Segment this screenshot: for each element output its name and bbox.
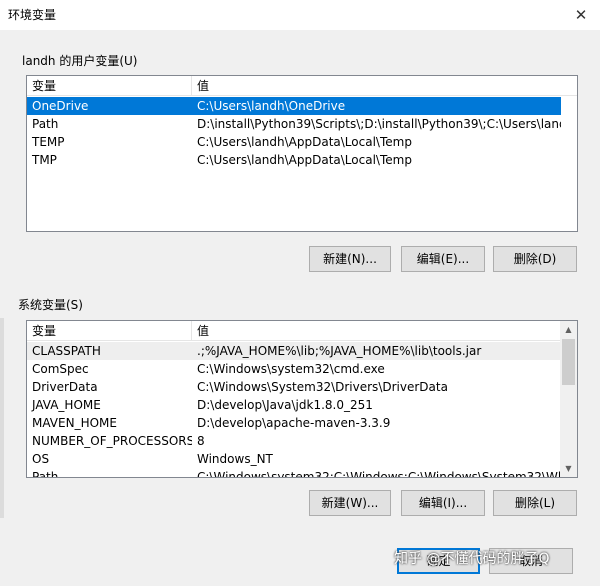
list-item[interactable]: TEMP C:\Users\landh\AppData\Local\Temp: [27, 133, 561, 151]
title-bar: 环境变量 ✕: [0, 0, 600, 30]
scroll-down-icon[interactable]: ▼: [560, 460, 577, 477]
list-item[interactable]: NUMBER_OF_PROCESSORS 8: [27, 432, 561, 450]
watermark: 知乎 @不懂代码的胖子Q: [394, 551, 550, 567]
edit-user-var-button[interactable]: 编辑(E)...: [401, 246, 485, 272]
system-vars-label: 系统变量(S): [18, 298, 83, 312]
vertical-scrollbar[interactable]: ▲ ▼: [560, 321, 577, 477]
variable-value: D:\develop\Java\jdk1.8.0_251: [197, 398, 373, 412]
variable-name: ComSpec: [32, 362, 89, 376]
list-item[interactable]: OS Windows_NT: [27, 450, 561, 468]
variable-value: D:\install\Python39\Scripts\;D:\install\…: [197, 117, 561, 131]
variable-name: Path: [32, 470, 59, 478]
variable-name: CLASSPATH: [32, 344, 101, 358]
list-item[interactable]: DriverData C:\Windows\System32\Drivers\D…: [27, 378, 561, 396]
user-vars-header: 变量 值: [27, 76, 577, 96]
variable-value: C:\Windows\system32\cmd.exe: [197, 362, 385, 376]
user-vars-label: landh 的用户变量(U): [22, 54, 138, 68]
variable-name: OneDrive: [32, 99, 89, 113]
variable-name: TEMP: [32, 135, 65, 149]
variable-name: Path: [32, 117, 59, 131]
variable-value: .;%JAVA_HOME%\lib;%JAVA_HOME%\lib\tools.…: [197, 344, 482, 358]
variable-value: C:\Users\landh\AppData\Local\Temp: [197, 135, 412, 149]
list-item[interactable]: Path D:\install\Python39\Scripts\;D:\ins…: [27, 115, 561, 133]
edit-system-var-button[interactable]: 编辑(I)...: [401, 490, 485, 516]
variable-name: DriverData: [32, 380, 98, 394]
delete-system-var-button[interactable]: 删除(L): [493, 490, 577, 516]
delete-user-var-button[interactable]: 删除(D): [493, 246, 577, 272]
variable-name: OS: [32, 452, 50, 466]
new-user-var-button[interactable]: 新建(N)...: [309, 246, 391, 272]
variable-name: NUMBER_OF_PROCESSORS: [32, 434, 192, 448]
variable-name: TMP: [32, 153, 57, 167]
system-vars-header: 变量 值: [27, 321, 577, 341]
list-item[interactable]: Path C:\Windows\system32;C:\Windows;C:\W…: [27, 468, 561, 478]
variable-name: JAVA_HOME: [32, 398, 101, 412]
column-header-value[interactable]: 值: [192, 76, 577, 96]
group-border: [0, 318, 4, 518]
list-item[interactable]: OneDrive C:\Users\landh\OneDrive: [27, 97, 561, 115]
variable-value: C:\Users\landh\AppData\Local\Temp: [197, 153, 412, 167]
variable-value: C:\Users\landh\OneDrive: [197, 99, 346, 113]
list-item[interactable]: CLASSPATH .;%JAVA_HOME%\lib;%JAVA_HOME%\…: [27, 342, 561, 360]
scrollbar-thumb[interactable]: [562, 339, 575, 385]
window-title: 环境变量: [8, 8, 57, 22]
user-vars-list[interactable]: 变量 值 OneDrive C:\Users\landh\OneDrive Pa…: [26, 75, 578, 232]
list-item[interactable]: JAVA_HOME D:\develop\Java\jdk1.8.0_251: [27, 396, 561, 414]
column-header-variable[interactable]: 变量: [27, 321, 192, 341]
system-vars-list[interactable]: 变量 值 CLASSPATH .;%JAVA_HOME%\lib;%JAVA_H…: [26, 320, 578, 478]
variable-name: MAVEN_HOME: [32, 416, 117, 430]
new-system-var-button[interactable]: 新建(W)...: [309, 490, 391, 516]
column-header-variable[interactable]: 变量: [27, 76, 192, 96]
variable-value: D:\develop\apache-maven-3.3.9: [197, 416, 391, 430]
list-item[interactable]: ComSpec C:\Windows\system32\cmd.exe: [27, 360, 561, 378]
variable-value: 8: [197, 434, 205, 448]
list-item[interactable]: MAVEN_HOME D:\develop\apache-maven-3.3.9: [27, 414, 561, 432]
variable-value: C:\Windows\system32;C:\Windows;C:\Window…: [197, 470, 561, 478]
variable-value: Windows_NT: [197, 452, 273, 466]
list-item[interactable]: TMP C:\Users\landh\AppData\Local\Temp: [27, 151, 561, 169]
close-icon[interactable]: ✕: [570, 4, 592, 26]
scroll-up-icon[interactable]: ▲: [560, 321, 577, 338]
column-header-value[interactable]: 值: [192, 321, 561, 341]
variable-value: C:\Windows\System32\Drivers\DriverData: [197, 380, 448, 394]
